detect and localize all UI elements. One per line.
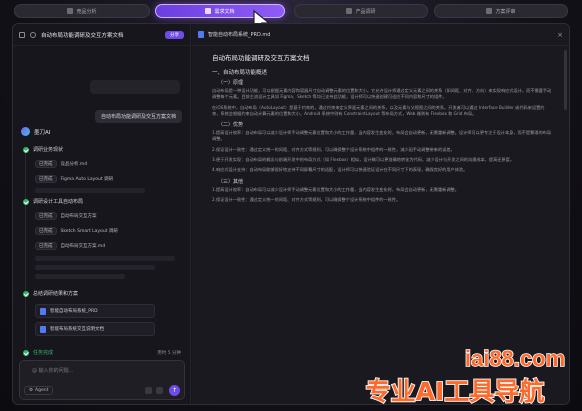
svg-text:iai88.com: iai88.com <box>465 346 565 371</box>
file-attachment[interactable]: 智能自动布局系统_PRD <box>35 304 155 318</box>
loading-line <box>35 274 125 279</box>
watermark-logo: iai88.com 专业AI工具导航 <box>365 345 566 407</box>
user-message: 自动布局功能调研及交互方案文档 <box>94 110 182 123</box>
file-name: 智能自动布局系统_PRD <box>50 309 98 314</box>
chat-header: 自动布局功能调研及交互方案文档 分享 <box>13 24 190 46</box>
svg-text:专业AI工具导航: 专业AI工具导航 <box>366 377 545 406</box>
nav-tab-1[interactable]: 竞品分析 <box>14 4 150 18</box>
task-text: Sketch Smart Layout 调研 <box>60 229 118 234</box>
paragraph: 1.提高设计效率：自动布局可以减少设计师手动调整元素位置和大小的工作量，当内容发… <box>212 130 552 142</box>
doc-icon <box>205 8 212 14</box>
nav-tab-label: 产品调研 <box>355 8 376 15</box>
document-content: 自动布局功能调研及交互方案文档 一、自动布局功能概述 （一）原理 自动布局是一种… <box>212 52 552 207</box>
paragraph: 3.便于开发实现：自动布局的概念与前端开发中的布局方式（如 Flexbox）相似… <box>212 157 515 163</box>
chat-panel: 自动布局功能调研及交互方案文档 分享 自动布局功能调研及交互方案文档 墨刀AI … <box>13 24 191 404</box>
task-status: 已完成 <box>35 160 57 168</box>
agent-header: 墨刀AI <box>21 127 50 136</box>
paragraph: 2.保证设计一致性：通过定义统一的间距、对齐方式等规则，可以确保整个设计系统中组… <box>212 146 455 152</box>
scrollbar[interactable] <box>564 50 567 110</box>
nav-tab-label: 需求文档 <box>214 8 235 15</box>
message-placeholder <box>90 80 180 94</box>
top-nav: 竞品分析 需求文档 产品调研 方案评审 <box>14 4 568 20</box>
step-section[interactable]: 调研业务现状 <box>23 146 63 153</box>
step-section[interactable]: 总结调研结果和方案 <box>23 290 78 297</box>
nav-tab-3[interactable]: 产品调研 <box>294 4 428 18</box>
file-name: 智能布局系统交互说明文档 <box>50 327 104 332</box>
paragraph: 2.保证设计一致性：通过定义统一的间距、对齐方式等规则，可以确保整个设计系统中组… <box>212 196 401 202</box>
loading-line <box>35 256 175 261</box>
section-heading: 一、自动布局功能概述 <box>212 70 268 76</box>
close-icon[interactable]: × <box>557 31 563 39</box>
loading-line <box>35 265 155 270</box>
nav-tab-label: 方案评审 <box>495 8 516 15</box>
task-item[interactable]: 已完成 竞品分析.md <box>35 159 87 169</box>
check-icon <box>23 290 29 297</box>
settings-icon[interactable] <box>156 387 163 394</box>
task-text: 自动布局交互方案.md <box>60 244 106 249</box>
share-button[interactable]: 分享 <box>165 30 184 39</box>
nav-tab-label: 竞品分析 <box>76 8 97 15</box>
file-icon <box>40 307 46 315</box>
paragraph: 自动布局是一种设计功能，可以根据元素内容和容器尺寸自动调整元素的位置和大小。它允… <box>212 88 552 100</box>
loading-line <box>35 188 145 193</box>
task-status: 已完成 <box>35 242 57 250</box>
task-text: Figma Auto Layout 调研 <box>60 177 114 182</box>
task-item[interactable]: 已完成 自动布局交互方案.md <box>35 241 105 251</box>
grid-icon <box>67 8 74 14</box>
file-attachment[interactable]: 智能布局系统交互说明文档 <box>35 322 155 336</box>
subsection-heading: （二）优势 <box>218 122 244 129</box>
check-icon <box>23 349 29 356</box>
step-title: 调研业务现状 <box>33 147 64 153</box>
step-section[interactable]: 调研设计工具自动布局 <box>23 198 83 205</box>
mode-label: Agent <box>35 388 49 393</box>
paragraph: 1.提高设计效率：自动布局可以减少设计师手动调整元素位置和大小的工作量，当内容发… <box>212 186 459 192</box>
agent-mode-icon: ⚙ <box>29 388 34 393</box>
task-status: 已完成 <box>35 212 57 220</box>
nav-tab-4[interactable]: 方案评审 <box>434 4 568 18</box>
timeline-line <box>25 152 26 347</box>
done-label: 任务完成 <box>33 350 54 356</box>
task-text: 竞品分析.md <box>60 162 88 167</box>
paragraph: 在iOS系统中，自动布局（AutoLayout）是基于约束的，通过约束来定义界面… <box>212 104 545 116</box>
chat-input[interactable]: @ 输入你的问题... ⚙ Agent ↑ <box>19 360 185 400</box>
paragraph: 4.响应式设计支持：自动布局能够很好地支持不同屏幕尺寸的适配，设计师可以快速验证… <box>212 167 468 173</box>
review-icon <box>486 8 493 14</box>
sidebar-toggle-icon[interactable] <box>19 31 25 38</box>
agent-name: 墨刀AI <box>34 129 51 136</box>
check-icon <box>23 198 29 205</box>
done-time: 用时 5 分钟 <box>157 350 181 356</box>
agent-avatar <box>21 127 30 136</box>
subsection-heading: （一）原理 <box>218 80 244 86</box>
check-icon <box>23 146 29 153</box>
mode-selector[interactable]: ⚙ Agent <box>24 386 54 395</box>
task-item[interactable]: 已完成 自动布局交互方案 <box>35 211 97 221</box>
document-title: 自动布局功能调研及交互方案文档 <box>212 54 310 62</box>
file-icon <box>40 325 46 333</box>
task-item[interactable]: 已完成 Sketch Smart Layout 调研 <box>35 226 118 236</box>
document-filename: 智能自动布局系统_PRD.md <box>208 32 271 38</box>
send-button[interactable]: ↑ <box>169 385 180 396</box>
document-icon <box>198 31 204 38</box>
subsection-heading: （三）其他 <box>218 178 244 185</box>
task-complete-row: 任务完成 用时 5 分钟 <box>23 349 181 356</box>
chat-title: 自动布局功能调研及交互方案文档 <box>41 32 124 39</box>
task-text: 自动布局交互方案 <box>60 214 97 219</box>
chart-icon <box>346 8 353 14</box>
task-item[interactable]: 已完成 Figma Auto Layout 调研 <box>35 174 113 184</box>
attach-icon[interactable] <box>145 387 152 394</box>
step-title: 总结调研结果和方案 <box>33 291 79 297</box>
input-placeholder: @ 输入你的问题... <box>32 368 74 374</box>
task-status: 已完成 <box>35 227 57 235</box>
document-header: 智能自动布局系统_PRD.md × <box>192 24 569 46</box>
task-status: 已完成 <box>35 175 57 183</box>
new-chat-icon[interactable] <box>30 31 36 38</box>
step-title: 调研设计工具自动布局 <box>33 199 84 205</box>
